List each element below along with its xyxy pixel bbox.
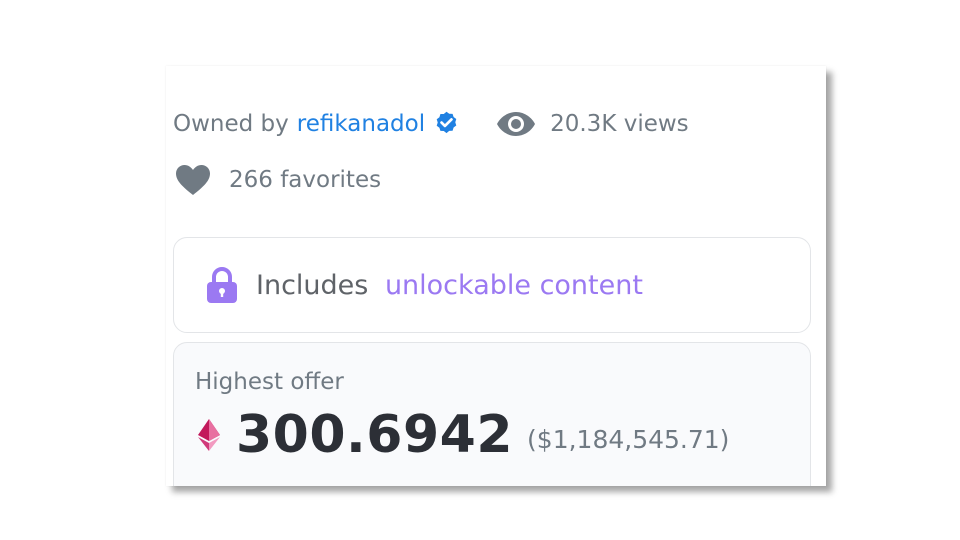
nft-details-panel: Owned by refikanadol 20.3K views 266 fav… [166,66,826,486]
owned-by-label: Owned by [173,110,289,137]
lock-icon [207,267,237,303]
eye-icon [497,111,536,136]
offer-fiat-value: ($1,184,545.71) [527,424,730,454]
verified-badge-icon [436,111,457,134]
ethereum-icon [198,419,220,451]
heart-icon[interactable] [175,164,211,196]
unlockable-content-banner[interactable]: Includes unlockable content [173,237,811,333]
offer-price-row: 300.6942 ($1,184,545.71) [198,405,729,465]
views-stat: 20.3K views [496,111,689,137]
offer-amount: 300.6942 [236,405,514,465]
owner-row: Owned by refikanadol 20.3K views [173,110,689,137]
unlockable-label: Includes unlockable content [256,270,643,301]
owner-link[interactable]: refikanadol [297,111,425,137]
highest-offer-label: Highest offer [195,369,344,395]
favorites-count: 266 favorites [229,167,382,193]
favorites-row[interactable]: 266 favorites [175,164,381,196]
unlockable-prefix: Includes [256,269,377,301]
views-count: 20.3K views [550,110,689,137]
unlockable-content-link[interactable]: unlockable content [385,270,643,301]
highest-offer-panel: Highest offer 300.6942 ($1,184,545.71) [173,342,811,486]
